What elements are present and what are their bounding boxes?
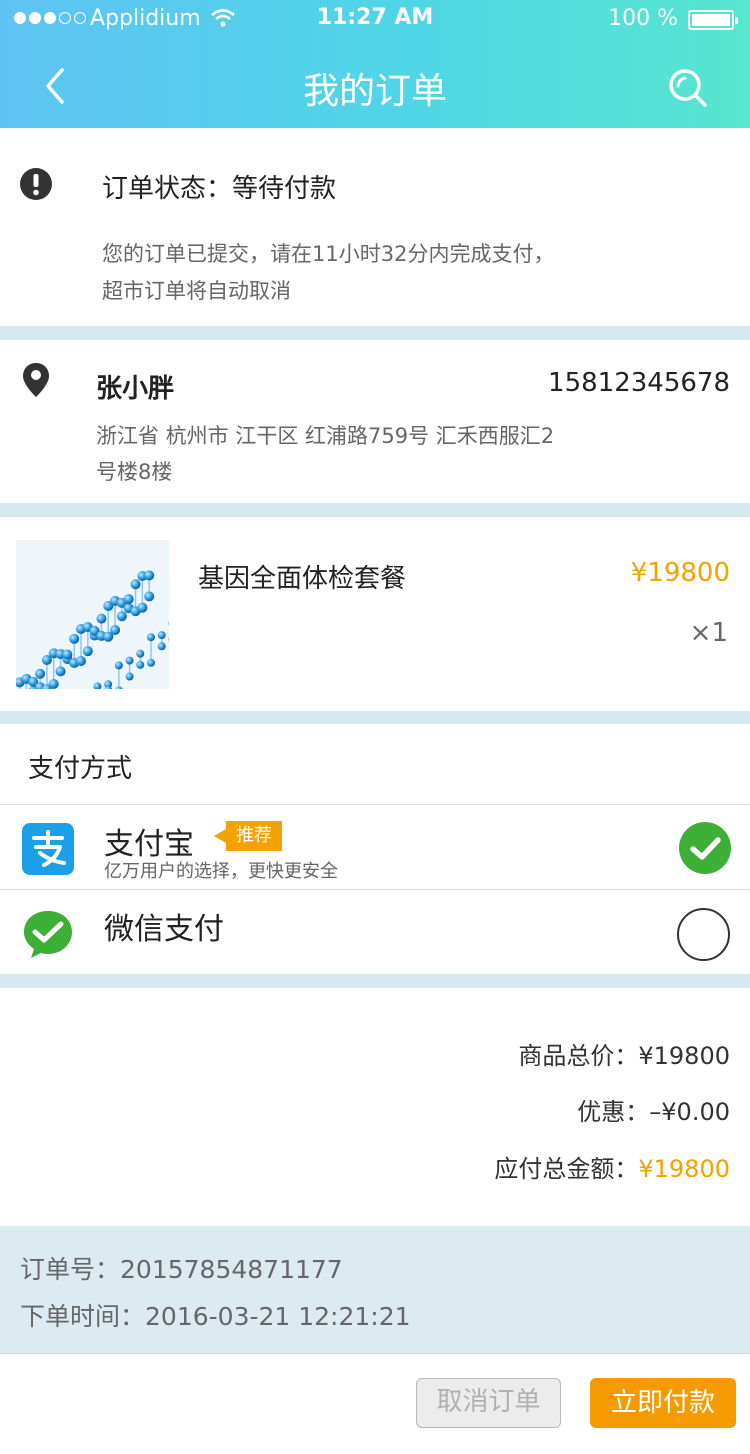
alipay-description: 亿万用户的选择，更快更安全	[104, 861, 338, 882]
app-header: Applidium 11:27 AM 100 % 我的订单	[0, 0, 750, 128]
recommend-badge: 推荐	[214, 821, 282, 851]
subtotal-value: ¥19800	[638, 1042, 730, 1070]
cancel-order-button[interactable]: 取消订单	[416, 1378, 561, 1428]
product-quantity: ×1	[689, 618, 728, 648]
order-time: 2016-03-21 12:21:21	[145, 1302, 411, 1331]
amount-due-value: ¥19800	[638, 1155, 730, 1183]
order-info-panel: 订单号：20157854871177 下单时间：2016-03-21 12:21…	[0, 1226, 750, 1353]
product-name: 基因全面体检套餐	[198, 564, 407, 594]
section-divider	[0, 503, 750, 517]
order-time-row: 下单时间：2016-03-21 12:21:21	[20, 1297, 411, 1333]
address-line-1: 浙江省 杭州市 江干区 红浦路759号 汇禾西服汇2	[96, 424, 555, 448]
location-pin-icon	[23, 363, 49, 397]
discount-label: 优惠：	[577, 1098, 650, 1126]
amount-due-label: 应付总金额：	[494, 1155, 639, 1183]
payment-method-title: 支付方式	[28, 754, 133, 784]
wechat-pay-icon	[24, 911, 72, 958]
order-time-label: 下单时间：	[20, 1302, 146, 1331]
payment-option-alipay[interactable]: 支付宝 推荐 亿万用户的选择，更快更安全	[0, 804, 750, 890]
discount-row: 优惠：–¥0.00	[577, 1092, 730, 1127]
dna-helix-image	[16, 540, 169, 689]
order-note-line-1: 您的订单已提交，请在11小时32分内完成支付，	[102, 242, 555, 266]
section-divider	[0, 974, 750, 988]
payment-option-wechat[interactable]: 微信支付	[0, 890, 750, 974]
status-bar: Applidium 11:27 AM 100 %	[0, 0, 750, 38]
alipay-icon	[22, 823, 74, 875]
address-line-2: 号楼8楼	[96, 460, 173, 484]
checkmark-icon	[690, 837, 721, 860]
section-divider	[0, 326, 750, 340]
order-number-label: 订单号：	[20, 1255, 121, 1284]
exclamation-icon	[20, 168, 52, 200]
alipay-selected-radio[interactable]	[679, 822, 731, 874]
shipping-address: 浙江省 杭州市 江干区 红浦路759号 汇禾西服汇2 号楼8楼	[96, 418, 616, 490]
search-icon	[669, 69, 707, 107]
order-number-row: 订单号：20157854871177	[20, 1250, 343, 1286]
product-price: ¥19800	[630, 558, 730, 588]
wechat-unselected-radio[interactable]	[677, 908, 730, 961]
pay-now-button[interactable]: 立即付款	[590, 1378, 736, 1428]
discount-value: –¥0.00	[649, 1098, 730, 1126]
battery-percent: 100 %	[608, 6, 678, 31]
amount-due-row: 应付总金额：¥19800	[494, 1149, 730, 1184]
page-title: 我的订单	[302, 71, 447, 112]
search-button[interactable]	[664, 64, 710, 110]
order-status-label: 订单状态：等待付款	[102, 174, 337, 204]
wechat-pay-label: 微信支付	[104, 912, 224, 947]
recipient-phone: 15812345678	[548, 368, 730, 398]
order-status-note: 您的订单已提交，请在11小时32分内完成支付， 超市订单将自动取消	[102, 236, 622, 310]
subtotal-row: 商品总价：¥19800	[518, 1036, 730, 1071]
section-divider	[0, 711, 750, 724]
subtotal-label: 商品总价：	[518, 1042, 639, 1070]
order-note-line-2: 超市订单将自动取消	[102, 279, 291, 303]
bottom-action-bar: 取消订单 立即付款	[0, 1353, 750, 1454]
product-image[interactable]	[16, 540, 169, 689]
battery-icon	[688, 10, 738, 30]
order-number: 20157854871177	[120, 1255, 343, 1284]
recipient-name: 张小胖	[96, 374, 175, 404]
